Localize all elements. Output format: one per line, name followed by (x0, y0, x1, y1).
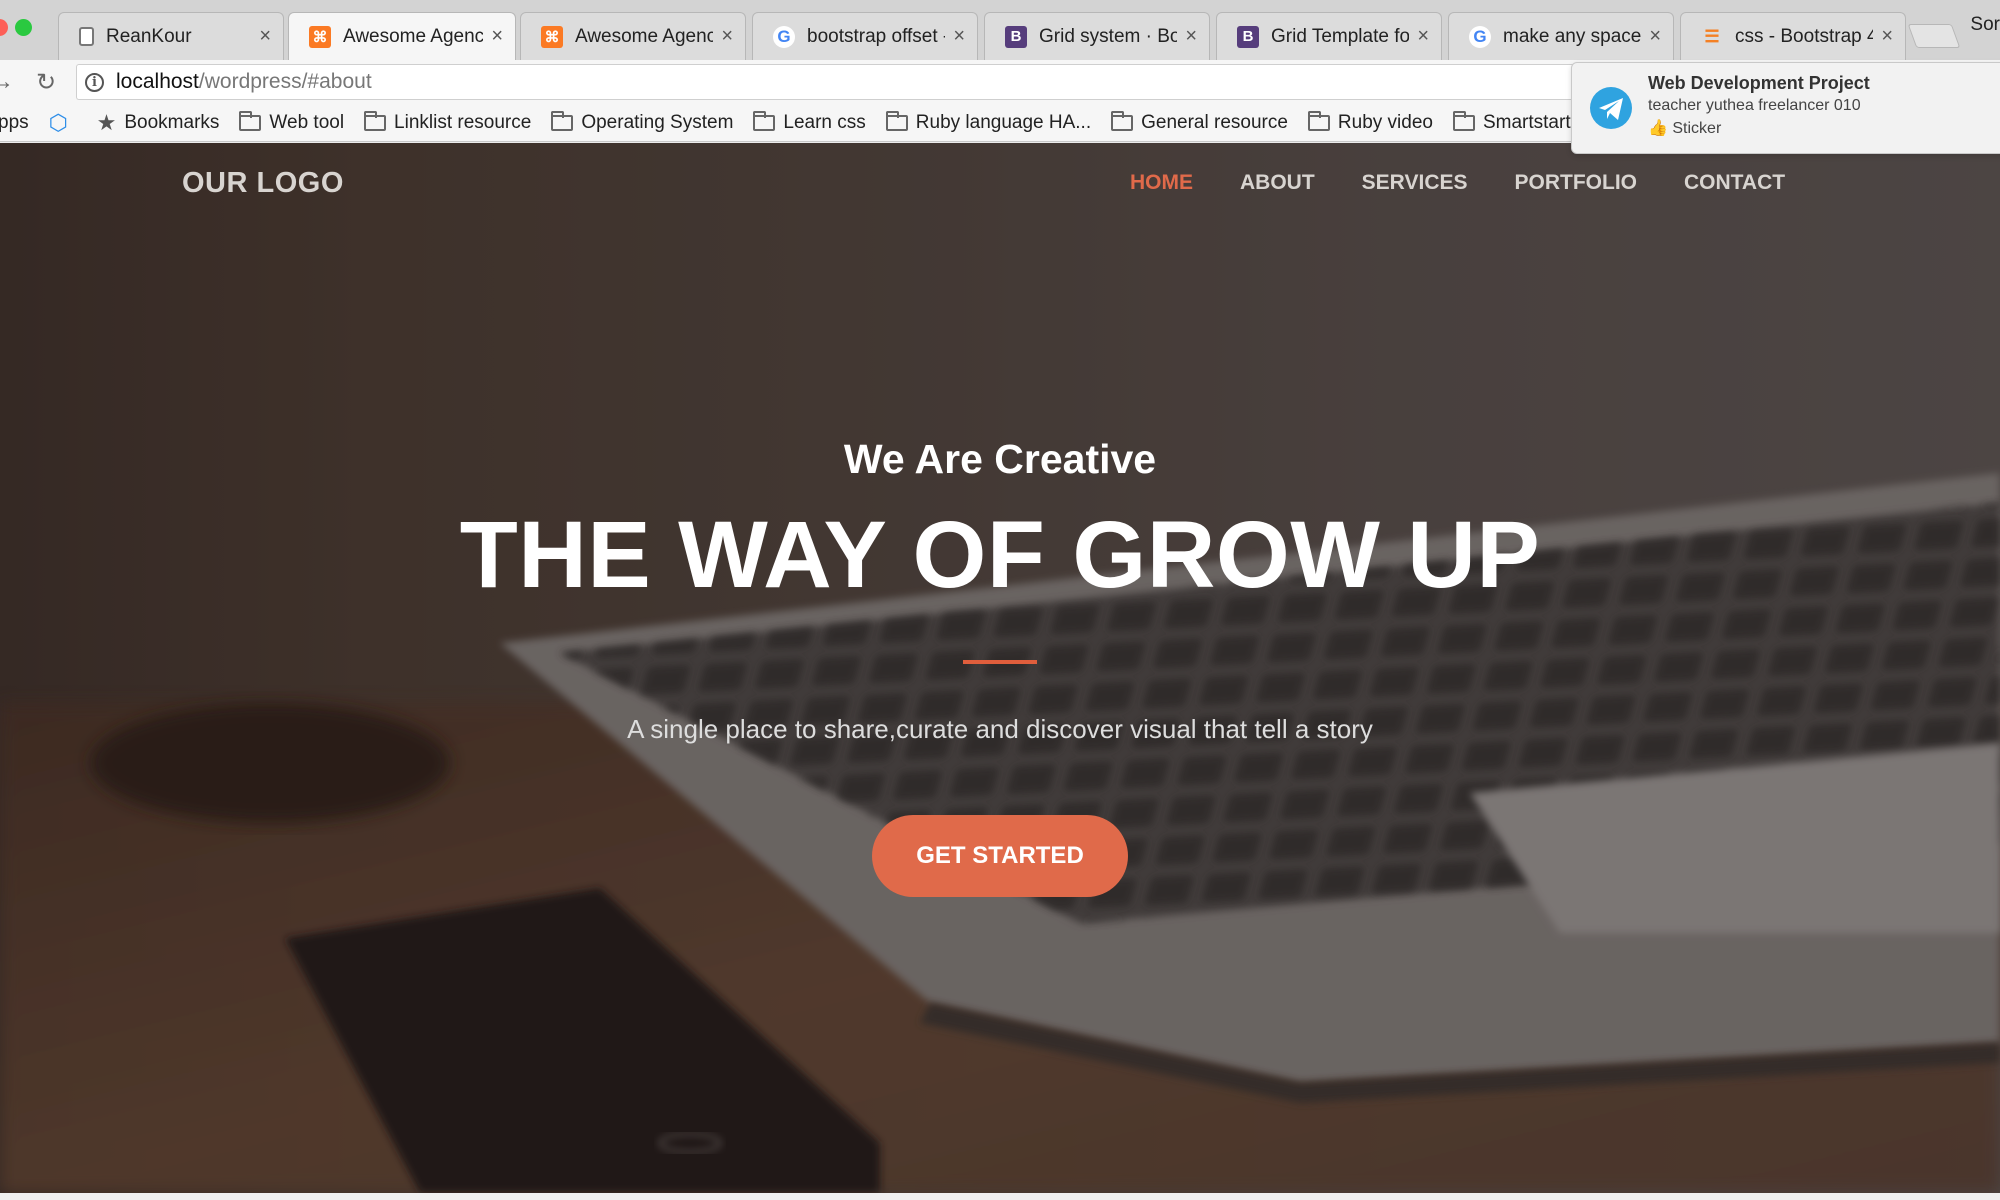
tab-awesome-agency[interactable]: ⌘ Awesome Agency × (288, 12, 516, 60)
url-path: /wordpress/#about (198, 70, 372, 93)
folder-icon (1111, 110, 1134, 131)
tab-title: Grid system · Boo (1039, 25, 1178, 47)
bookmark-label: Web tool (269, 111, 345, 133)
folder-icon (885, 110, 908, 131)
telegram-icon (1590, 87, 1632, 129)
tab-grid-system[interactable]: B Grid system · Boo × (984, 12, 1210, 60)
bootstrap-icon: B (1237, 25, 1259, 48)
close-icon[interactable]: × (953, 25, 965, 48)
close-icon[interactable]: × (491, 25, 503, 48)
reload-icon[interactable]: ↻ (36, 68, 56, 97)
star-icon: ★ (96, 109, 117, 135)
tab-css-bootstrap[interactable]: ☰ css - Bootstrap 4, × (1680, 12, 1906, 60)
nav-link-about[interactable]: ABOUT (1240, 171, 1315, 195)
nav-link-portfolio[interactable]: PORTFOLIO (1515, 171, 1638, 195)
tab-title: ReanKour (106, 25, 192, 47)
tab-title: Awesome Agency (575, 25, 714, 47)
close-icon[interactable]: × (1417, 25, 1429, 48)
bookmark-learn-css[interactable]: Learn css (753, 110, 866, 134)
window-maximize-button[interactable] (15, 19, 32, 36)
tab-bootstrap-offset[interactable]: G bootstrap offset - × (752, 12, 978, 60)
tab-title: Awesome Agency (343, 25, 484, 47)
window-bottom-edge (0, 1193, 2000, 1200)
xampp-icon: ⌘ (541, 25, 563, 48)
tab-title: css - Bootstrap 4, (1735, 25, 1874, 47)
bookmark-apps[interactable]: pps (0, 112, 29, 134)
bookmark-label: Ruby language HA... (915, 111, 1092, 133)
bookmark-ruby-language[interactable]: Ruby language HA... (885, 110, 1092, 134)
bookmark-bookmarks[interactable]: ★ Bookmarks (97, 110, 220, 136)
hero-content: We Are Creative THE WAY OF GROW UP A sin… (0, 436, 2000, 897)
nav-link-services[interactable]: SERVICES (1362, 171, 1468, 195)
bookmark-general-resource[interactable]: General resource (1111, 110, 1288, 134)
folder-icon (1307, 110, 1330, 131)
bookmark-smartstart[interactable]: Smartstart (1452, 110, 1571, 134)
bookmark-label: Smartstart (1482, 111, 1571, 133)
profile-label[interactable]: Sor (1970, 14, 2000, 36)
window-close-button[interactable] (0, 19, 8, 36)
stackoverflow-icon: ☰ (1704, 26, 1720, 46)
info-icon[interactable]: i (85, 72, 104, 92)
bookmark-ruby-video[interactable]: Ruby video (1307, 110, 1433, 134)
forward-arrow-icon[interactable]: → (0, 68, 14, 96)
folder-icon (364, 110, 387, 131)
site-nav: HOME ABOUT SERVICES PORTFOLIO CONTACT (1130, 171, 1832, 195)
folder-icon (239, 110, 262, 131)
bookmark-web-tool[interactable]: Web tool (239, 110, 345, 134)
bookmark-label: Learn css (783, 111, 866, 133)
bookmark-label: Ruby video (1337, 111, 1433, 133)
notification-title: Web Development Project (1648, 73, 1870, 93)
new-tab-button[interactable] (1907, 24, 1961, 48)
cube-icon: ⬡ (48, 109, 68, 135)
tab-grid-template[interactable]: B Grid Template for × (1216, 12, 1442, 60)
tab-title: bootstrap offset - (807, 25, 946, 47)
folder-icon (551, 110, 574, 131)
hero-divider (963, 660, 1037, 664)
bootstrap-icon: B (1005, 25, 1027, 48)
bookmark-label: Linklist resource (394, 111, 532, 133)
tab-title: Grid Template for (1271, 25, 1410, 47)
google-icon: G (773, 25, 795, 48)
close-icon[interactable]: × (1185, 25, 1197, 48)
tab-title: make any space b (1503, 25, 1642, 47)
close-icon[interactable]: × (1881, 25, 1893, 48)
telegram-notification[interactable]: Web Development Project teacher yuthea f… (1571, 62, 2000, 154)
close-icon[interactable]: × (259, 25, 271, 48)
tab-reankour[interactable]: ReanKour × (58, 12, 284, 60)
close-icon[interactable]: × (721, 25, 733, 48)
folder-icon (753, 110, 776, 131)
bookmark-label: Bookmarks (124, 111, 220, 133)
bookmark-cube[interactable]: ⬡ (48, 109, 77, 135)
url-host: localhost (116, 70, 199, 93)
bookmark-label: General resource (1141, 111, 1288, 133)
bookmark-linklist-resource[interactable]: Linklist resource (364, 110, 532, 134)
close-icon[interactable]: × (1649, 25, 1661, 48)
notification-sticker-line: 👍 Sticker (1648, 120, 1722, 137)
hero-tagline: A single place to share,curate and disco… (627, 714, 1373, 744)
tab-awesome-agency-2[interactable]: ⌘ Awesome Agency × (520, 12, 746, 60)
xampp-icon: ⌘ (309, 25, 331, 48)
get-started-button[interactable]: GET STARTED (872, 815, 1128, 897)
google-icon: G (1469, 25, 1491, 48)
document-icon (79, 27, 94, 46)
nav-link-contact[interactable]: CONTACT (1684, 171, 1785, 195)
tab-strip: ReanKour × ⌘ Awesome Agency × G bootstra… (0, 0, 2000, 60)
tab-make-any-space[interactable]: G make any space b × (1448, 12, 1674, 60)
notification-body: teacher yuthea freelancer 010 (1648, 97, 1861, 114)
bookmark-operating-system[interactable]: Operating System (551, 110, 734, 134)
bookmark-label: Operating System (581, 111, 734, 133)
hero-title: THE WAY OF GROW UP (459, 502, 1541, 608)
hero-subtitle: We Are Creative (843, 436, 1157, 482)
bookmark-label: pps (0, 111, 29, 133)
nav-link-home[interactable]: HOME (1130, 171, 1193, 195)
hero-section: OUR LOGO HOME ABOUT SERVICES PORTFOLIO C… (0, 143, 2000, 1193)
site-logo[interactable]: OUR LOGO (182, 167, 344, 200)
folder-icon (1452, 110, 1475, 131)
